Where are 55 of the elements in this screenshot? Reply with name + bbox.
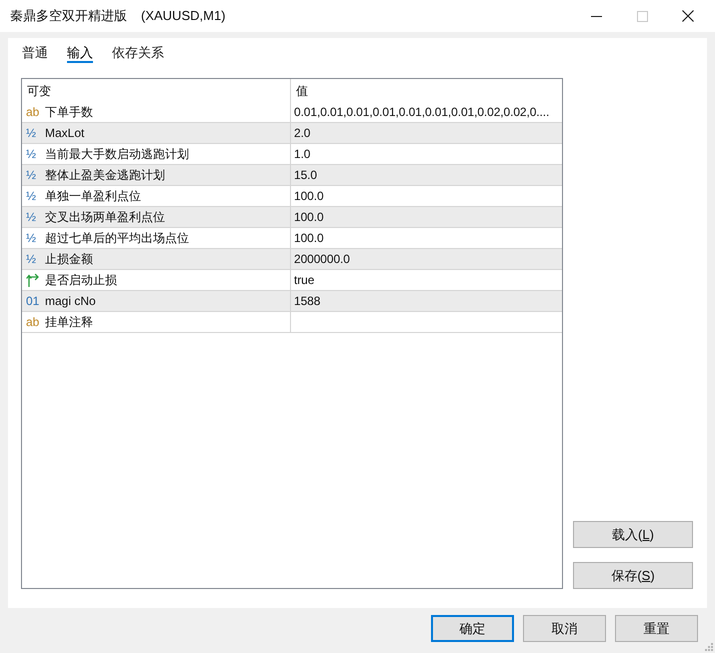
type-icon: ½ (26, 232, 40, 244)
parameter-value: 1588 (294, 293, 320, 310)
table-row[interactable]: ½ 整体止盈美金逃跑计划 15.0 (22, 165, 562, 186)
type-icon: 01 (26, 295, 40, 307)
parameter-name: 交叉出场两单盈利点位 (45, 209, 165, 226)
table-row[interactable]: ½ 单独一单盈利点位 100.0 (22, 186, 562, 207)
tab[interactable]: 输入 (67, 44, 93, 63)
table-row[interactable]: ½ 当前最大手数启动逃跑计划 1.0 (22, 144, 562, 165)
parameter-value: true (294, 272, 314, 289)
table-row[interactable]: ab 下单手数 0.01,0.01,0.01,0.01,0.01,0.01,0.01,0.02,0.02,0.... (22, 102, 562, 123)
parameter-name: 是否启动止损 (45, 272, 117, 289)
column-header[interactable]: 值 (291, 79, 562, 102)
table-row[interactable]: ½ 超过七单后的平均出场点位 100.0 (22, 228, 562, 249)
window-symbol: (XAUUSD,M1) (141, 7, 226, 26)
parameter-name: 整体止盈美金逃跑计划 (45, 167, 165, 184)
side-button[interactable]: 载入(L) (573, 521, 693, 548)
branch-arrow-icon (26, 273, 40, 287)
table-row[interactable]: ab 挂单注释 (22, 312, 562, 333)
parameter-value: 0.01,0.01,0.01,0.01,0.01,0.01,0.01,0.02,0.02,0.... (294, 104, 550, 121)
type-icon: ab (26, 316, 40, 328)
parameter-name: 单独一单盈利点位 (45, 188, 141, 205)
type-icon: ab (26, 106, 40, 118)
parameter-name: 当前最大手数启动逃跑计划 (45, 146, 189, 163)
dialog-button[interactable]: 确定 (431, 615, 514, 642)
side-button[interactable]: 保存(S) (573, 562, 693, 589)
dialog-button[interactable]: 取消 (523, 615, 606, 642)
type-icon: ½ (26, 169, 40, 181)
table-row[interactable]: 01 magi cNo 1588 (22, 291, 562, 312)
resize-grip-icon (704, 642, 713, 651)
type-icon: ½ (26, 148, 40, 160)
parameter-value: 100.0 (294, 230, 324, 247)
dialog-button[interactable]: 重置 (615, 615, 698, 642)
parameter-name: 下单手数 (45, 104, 93, 121)
table-row[interactable]: ½ MaxLot 2.0 (22, 123, 562, 144)
parameter-value: 1.0 (294, 146, 310, 163)
tab[interactable]: 普通 (22, 44, 48, 63)
parameter-value: 2000000.0 (294, 251, 350, 268)
table-row[interactable]: ½ 交叉出场两单盈利点位 100.0 (22, 207, 562, 228)
type-icon: ½ (26, 127, 40, 139)
parameter-value: 15.0 (294, 167, 317, 184)
type-icon: ½ (26, 190, 40, 202)
parameter-name: MaxLot (45, 125, 84, 142)
table-row[interactable]: 是否启动止损 true (22, 270, 562, 291)
parameter-name: 超过七单后的平均出场点位 (45, 230, 189, 247)
type-icon: ½ (26, 253, 40, 265)
parameter-name: magi cNo (45, 293, 96, 310)
parameter-value: 2.0 (294, 125, 310, 142)
parameter-name: 止损金额 (45, 251, 93, 268)
parameter-value: 100.0 (294, 188, 324, 205)
type-icon: ½ (26, 211, 40, 223)
tab[interactable]: 依存关系 (112, 44, 164, 63)
parameter-name: 挂单注释 (45, 314, 93, 331)
parameter-value: 100.0 (294, 209, 324, 226)
window-title: 秦鼎多空双开精进版 (10, 7, 127, 26)
table-row[interactable]: ½ 止损金额 2000000.0 (22, 249, 562, 270)
